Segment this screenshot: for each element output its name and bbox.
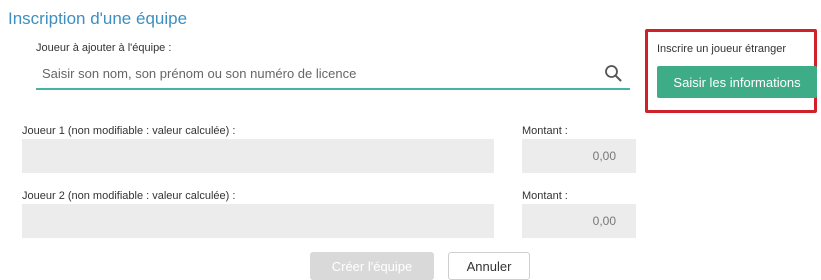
player-2-field — [22, 204, 494, 238]
player-1-amount: 0,00 — [522, 139, 636, 173]
player-1-label: Joueur 1 (non modifiable : valeur calcul… — [22, 125, 236, 137]
player-1-field — [22, 139, 494, 173]
player-search-label: Joueur à ajouter à l'équipe : — [36, 42, 172, 54]
player-2-amount-label: Montant : — [522, 190, 568, 202]
create-team-button[interactable]: Créer l'équipe — [310, 252, 434, 280]
cancel-button[interactable]: Annuler — [448, 252, 530, 280]
player-search-field — [36, 58, 630, 90]
search-icon[interactable] — [604, 64, 622, 82]
player-1-amount-label: Montant : — [522, 125, 568, 137]
foreign-player-label: Inscrire un joueur étranger — [657, 43, 787, 55]
page-title: Inscription d'une équipe — [8, 9, 188, 28]
player-2-amount: 0,00 — [522, 204, 636, 238]
player-search-input[interactable] — [36, 58, 596, 88]
enter-foreign-player-button[interactable]: Saisir les informations — [657, 66, 817, 98]
player-2-label: Joueur 2 (non modifiable : valeur calcul… — [22, 190, 236, 202]
